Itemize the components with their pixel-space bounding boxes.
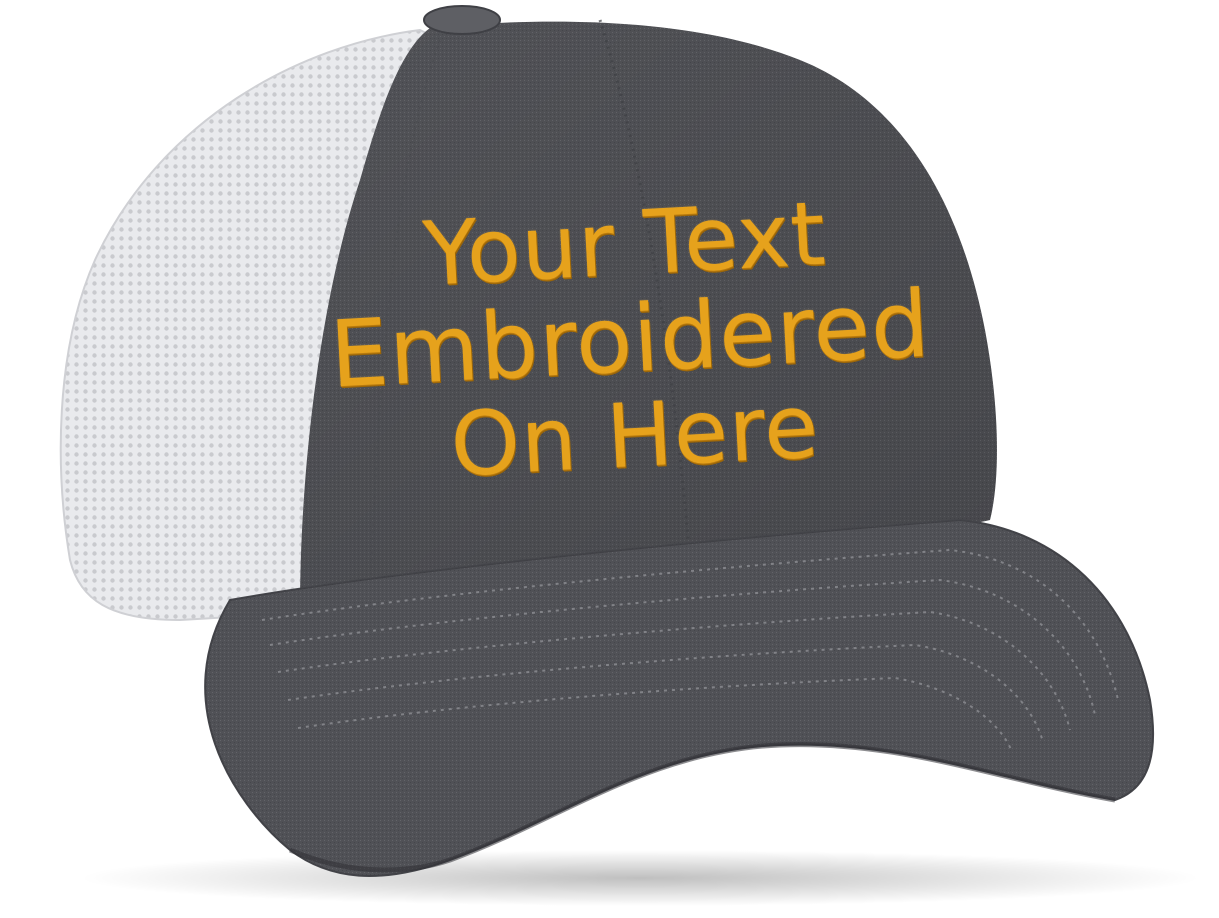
ground-shadow (80, 850, 1200, 906)
embroidered-text: Your Text Embroidered On Here (323, 182, 937, 501)
product-image: Your Text Embroidered On Here (0, 0, 1219, 918)
top-button (423, 5, 501, 35)
